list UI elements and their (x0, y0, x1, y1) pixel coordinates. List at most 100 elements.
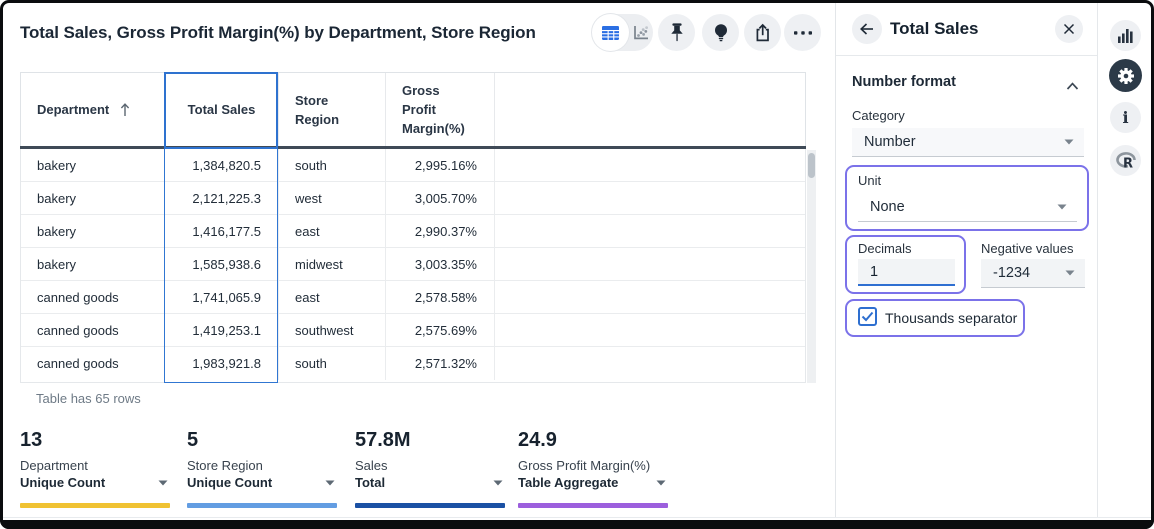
table-row[interactable]: canned goods1,419,253.1southwest2,575.69… (21, 314, 805, 347)
stat-agg-select[interactable]: Unique Count (187, 475, 337, 491)
cell-department[interactable]: bakery (21, 215, 165, 247)
stat-underline (187, 503, 337, 508)
data-table: Department Total Sales Store Region Gros… (20, 72, 806, 383)
stat-field: Department (20, 458, 170, 474)
thousands-checkbox[interactable] (858, 307, 877, 326)
pin-button[interactable] (658, 14, 695, 51)
stat-underline (20, 503, 170, 508)
scrollbar-thumb[interactable] (808, 153, 815, 178)
chevron-down-icon (493, 480, 503, 486)
table-icon (601, 25, 620, 41)
table-view-button[interactable] (592, 14, 629, 51)
cell-total-sales[interactable]: 1,585,938.6 (165, 248, 279, 280)
decimals-label: Decimals (858, 241, 911, 256)
cell-department[interactable]: canned goods (21, 347, 165, 380)
column-header-empty[interactable] (495, 73, 805, 146)
cell-empty[interactable] (495, 149, 805, 181)
stat-agg-select[interactable]: Unique Count (20, 475, 170, 491)
column-header-gross-profit-margin[interactable]: Gross Profit Margin(%) (386, 73, 495, 146)
chevron-down-icon (325, 480, 335, 486)
cell-gpm[interactable]: 2,995.16% (386, 149, 495, 181)
more-button[interactable] (784, 14, 821, 51)
cell-department[interactable]: canned goods (21, 314, 165, 346)
stat-agg-select[interactable]: Total (355, 475, 505, 491)
chart-panel-button[interactable] (1110, 20, 1141, 51)
unit-select[interactable]: None (858, 193, 1077, 222)
cell-empty[interactable] (495, 182, 805, 214)
cell-gpm[interactable]: 2,571.32% (386, 347, 495, 380)
table-row[interactable]: bakery2,121,225.3west3,005.70% (21, 182, 805, 215)
table-body: bakery1,384,820.5south2,995.16% bakery2,… (20, 149, 806, 383)
bar-chart-icon (1117, 28, 1134, 43)
cell-total-sales[interactable]: 2,121,225.3 (165, 182, 279, 214)
cell-department[interactable]: canned goods (21, 281, 165, 313)
chart-view-button[interactable] (629, 24, 653, 41)
cell-department[interactable]: bakery (21, 182, 165, 214)
cell-gpm[interactable]: 2,990.37% (386, 215, 495, 247)
cell-total-sales[interactable]: 1,419,253.1 (165, 314, 279, 346)
cell-total-sales[interactable]: 1,741,065.9 (165, 281, 279, 313)
table-row[interactable]: bakery1,384,820.5south2,995.16% (21, 149, 805, 182)
table-scrollbar[interactable] (807, 150, 816, 383)
cell-store-region[interactable]: midwest (279, 248, 386, 280)
stat-underline (518, 503, 668, 508)
back-arrow-icon (859, 22, 875, 36)
chevron-down-icon (1057, 204, 1067, 210)
cell-store-region[interactable]: south (279, 347, 386, 380)
cell-empty[interactable] (495, 281, 805, 313)
negative-values-select[interactable]: -1234 (981, 259, 1085, 288)
pin-icon (667, 22, 687, 44)
cell-total-sales[interactable]: 1,983,921.8 (165, 347, 279, 380)
cell-empty[interactable] (495, 314, 805, 346)
cell-gpm[interactable]: 2,575.69% (386, 314, 495, 346)
cell-store-region[interactable]: west (279, 182, 386, 214)
column-header-store-region[interactable]: Store Region (279, 73, 386, 146)
column-header-department[interactable]: Department (21, 73, 165, 146)
cell-gpm[interactable]: 3,005.70% (386, 182, 495, 214)
info-icon: i (1122, 110, 1128, 126)
decimals-input[interactable]: 1 (858, 259, 955, 286)
table-row[interactable]: bakery1,585,938.6midwest3,003.35% (21, 248, 805, 281)
stat-agg-select[interactable]: Table Aggregate (518, 475, 668, 491)
right-rail: i R (1097, 3, 1151, 517)
row-count-note: Table has 65 rows (36, 391, 141, 406)
app-window: Total Sales, Gross Profit Margin(%) by D… (0, 0, 1154, 529)
table-row[interactable]: bakery1,416,177.5east2,990.37% (21, 215, 805, 248)
cell-department[interactable]: bakery (21, 248, 165, 280)
stat-sales: 57.8M Sales Total (355, 428, 505, 513)
collapse-section-button[interactable] (1066, 77, 1079, 95)
chevron-up-icon (1066, 82, 1079, 90)
view-toggle[interactable] (592, 14, 653, 51)
cell-store-region[interactable]: east (279, 215, 386, 247)
cell-store-region[interactable]: east (279, 281, 386, 313)
stat-value: 24.9 (518, 428, 668, 452)
chevron-down-icon (1064, 139, 1074, 145)
cell-department[interactable]: bakery (21, 149, 165, 181)
settings-panel-button[interactable] (1109, 59, 1142, 92)
cell-store-region[interactable]: southwest (279, 314, 386, 346)
back-button[interactable] (852, 14, 882, 44)
sort-asc-icon[interactable] (119, 102, 131, 117)
table-row[interactable]: canned goods1,983,921.8south2,571.32% (21, 347, 805, 380)
category-select[interactable]: Number (852, 128, 1084, 157)
close-button[interactable] (1055, 15, 1083, 43)
cell-gpm[interactable]: 3,003.35% (386, 248, 495, 280)
stat-field: Gross Profit Margin(%) (518, 458, 668, 474)
cell-empty[interactable] (495, 215, 805, 247)
cell-store-region[interactable]: south (279, 149, 386, 181)
chevron-down-icon (158, 480, 168, 486)
cell-total-sales[interactable]: 1,384,820.5 (165, 149, 279, 181)
cell-gpm[interactable]: 2,578.58% (386, 281, 495, 313)
r-logo-button[interactable]: R (1110, 145, 1141, 176)
lightbulb-button[interactable] (702, 14, 739, 51)
unit-label: Unit (858, 173, 881, 188)
stat-store-region: 5 Store Region Unique Count (187, 428, 337, 513)
column-header-total-sales[interactable]: Total Sales (165, 73, 279, 146)
cell-empty[interactable] (495, 248, 805, 280)
share-button[interactable] (744, 14, 781, 51)
info-panel-button[interactable]: i (1110, 102, 1141, 133)
table-row[interactable]: canned goods1,741,065.9east2,578.58% (21, 281, 805, 314)
panel-title: Total Sales (890, 19, 979, 39)
cell-total-sales[interactable]: 1,416,177.5 (165, 215, 279, 247)
cell-empty[interactable] (495, 347, 805, 380)
